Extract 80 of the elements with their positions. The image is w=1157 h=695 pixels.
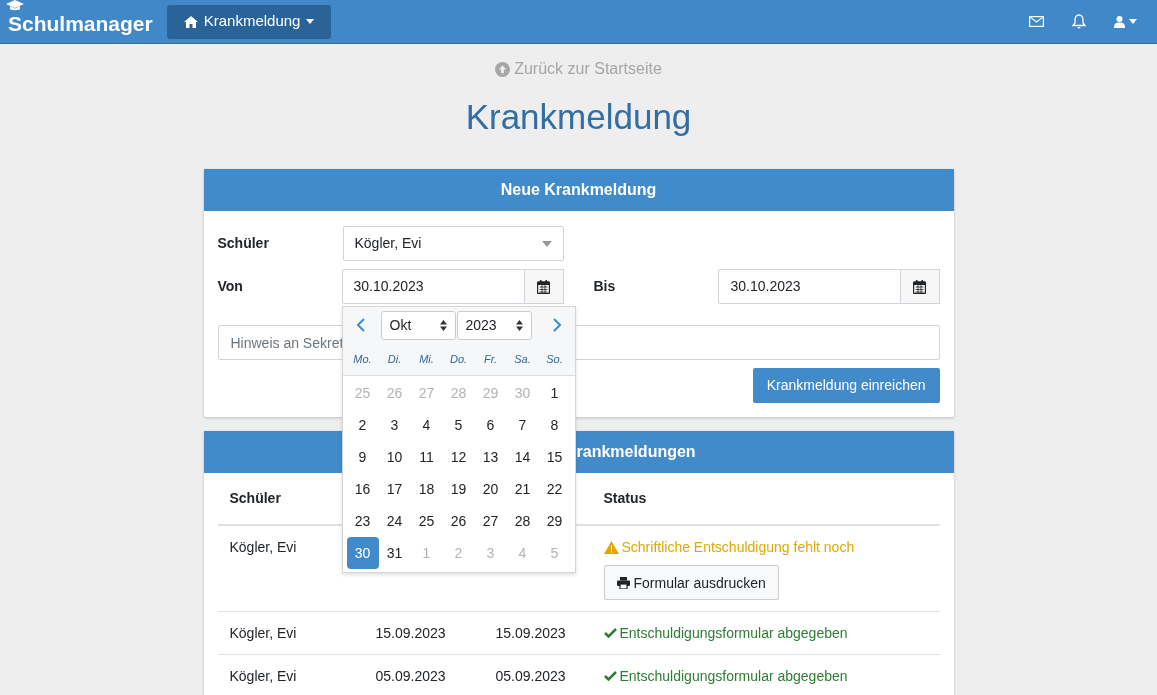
field-label: Schüler <box>217 234 270 253</box>
warning-icon <box>603 540 619 554</box>
calendar-button[interactable] <box>900 269 940 304</box>
calendar-day[interactable]: 5 <box>442 409 475 441</box>
calendar-day[interactable]: 1 <box>538 377 571 409</box>
table-cell: 15.09.2023 <box>375 625 446 641</box>
calendar-day[interactable]: 9 <box>346 441 379 473</box>
caret-icon <box>306 19 315 24</box>
calendar-day[interactable]: 13 <box>474 441 507 473</box>
mail-icon[interactable] <box>1029 16 1044 27</box>
column-header: Schüler <box>229 490 281 506</box>
month-select[interactable]: Okt <box>380 310 456 340</box>
table-cell: Kögler, Evi <box>229 668 297 684</box>
calendar-button[interactable] <box>524 269 564 304</box>
calendar-day[interactable]: 7 <box>506 409 539 441</box>
previous-month-icon[interactable] <box>356 318 365 332</box>
calendar-icon <box>537 279 550 294</box>
status-text: Entschuldigungsformular abgegeben <box>619 624 848 643</box>
calendar-day[interactable]: 10 <box>378 441 411 473</box>
calendar-day[interactable]: 23 <box>346 505 379 537</box>
printer-icon <box>616 576 630 589</box>
calendar-day[interactable]: 20 <box>474 473 507 505</box>
calendar-day[interactable]: 30 <box>346 537 379 569</box>
table-cell: 15.09.2023 <box>495 625 566 641</box>
user-icon <box>1114 15 1125 28</box>
calendar-day[interactable]: 8 <box>538 409 571 441</box>
arrow-up-circle-icon <box>495 61 511 77</box>
caret-icon <box>541 240 552 247</box>
caret-icon <box>1129 19 1137 24</box>
calendar-day[interactable]: 29 <box>538 505 571 537</box>
calendar-day[interactable]: 12 <box>442 441 475 473</box>
calendar-day[interactable]: 31 <box>378 537 411 569</box>
calendar-day[interactable]: 16 <box>346 473 379 505</box>
status-text: Entschuldigungsformular abgegeben <box>619 667 848 686</box>
date-field[interactable]: 30.10.2023 <box>341 269 525 304</box>
calendar-day[interactable]: 14 <box>506 441 539 473</box>
field-label: Bis <box>593 277 617 296</box>
status-text: Schriftliche Entschuldigung fehlt noch <box>621 538 855 557</box>
submit-button[interactable]: Krankmeldung einreichen <box>752 368 940 403</box>
brand-logo[interactable]: Schulmanager <box>8 3 153 40</box>
calendar-day[interactable]: 21 <box>506 473 539 505</box>
sort-icon <box>515 319 523 331</box>
calendar-day[interactable]: 11 <box>410 441 443 473</box>
field-label: Von <box>217 277 244 296</box>
calendar-day[interactable]: 6 <box>474 409 507 441</box>
print-form-button[interactable]: Formular ausdrucken <box>603 565 779 600</box>
calendar-day[interactable]: 2 <box>346 409 379 441</box>
column-header: Status <box>603 490 647 506</box>
calendar-day[interactable]: 26 <box>442 505 475 537</box>
calendar-day[interactable]: 3 <box>378 409 411 441</box>
calendar-day[interactable]: 19 <box>442 473 475 505</box>
calendar-day[interactable]: 28 <box>506 505 539 537</box>
check-icon <box>603 671 617 681</box>
student-select[interactable]: Kögler, Evi <box>342 226 564 261</box>
calendar-day[interactable]: 4 <box>410 409 443 441</box>
calendar-day[interactable]: 17 <box>378 473 411 505</box>
calendar-day[interactable]: 25 <box>410 505 443 537</box>
calendar-day[interactable]: 27 <box>474 505 507 537</box>
table-cell: 05.09.2023 <box>375 668 446 684</box>
check-icon <box>603 628 617 638</box>
calendar-day[interactable]: 18 <box>410 473 443 505</box>
calendar-day[interactable]: 24 <box>378 505 411 537</box>
date-field[interactable]: 30.10.2023 <box>717 269 901 304</box>
card-title: rankmeldungen <box>576 442 696 462</box>
table-cell: Kögler, Evi <box>229 539 297 555</box>
calendar-day[interactable]: 15 <box>538 441 571 473</box>
user-menu-button[interactable] <box>1114 15 1137 28</box>
home-icon <box>183 15 198 28</box>
table-cell: 05.09.2023 <box>495 668 566 684</box>
table-cell: Kögler, Evi <box>229 625 297 641</box>
year-select[interactable]: 2023 <box>456 310 532 340</box>
calendar-icon <box>913 279 926 294</box>
page-title: Krankmeldung <box>465 96 692 138</box>
bell-icon[interactable] <box>1072 14 1086 29</box>
next-month-icon[interactable] <box>552 318 561 332</box>
card-header: Neue Krankmeldung <box>203 169 954 211</box>
menu-dropdown-button[interactable]: Krankmeldung <box>166 4 332 39</box>
sort-icon <box>439 319 447 331</box>
graduation-cap-icon <box>6 0 24 12</box>
calendar-day[interactable]: 22 <box>538 473 571 505</box>
